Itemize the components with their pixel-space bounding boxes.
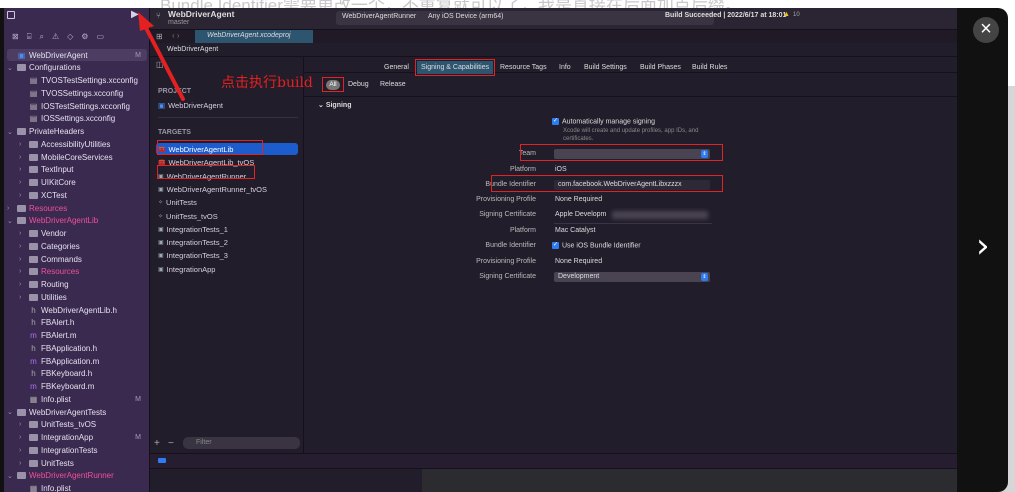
annotation-arrow bbox=[138, 12, 185, 101]
next-image-button[interactable]: › bbox=[976, 226, 990, 266]
annotation-text: 点击执行build bbox=[221, 75, 313, 91]
close-viewer-button[interactable]: × bbox=[973, 17, 999, 43]
